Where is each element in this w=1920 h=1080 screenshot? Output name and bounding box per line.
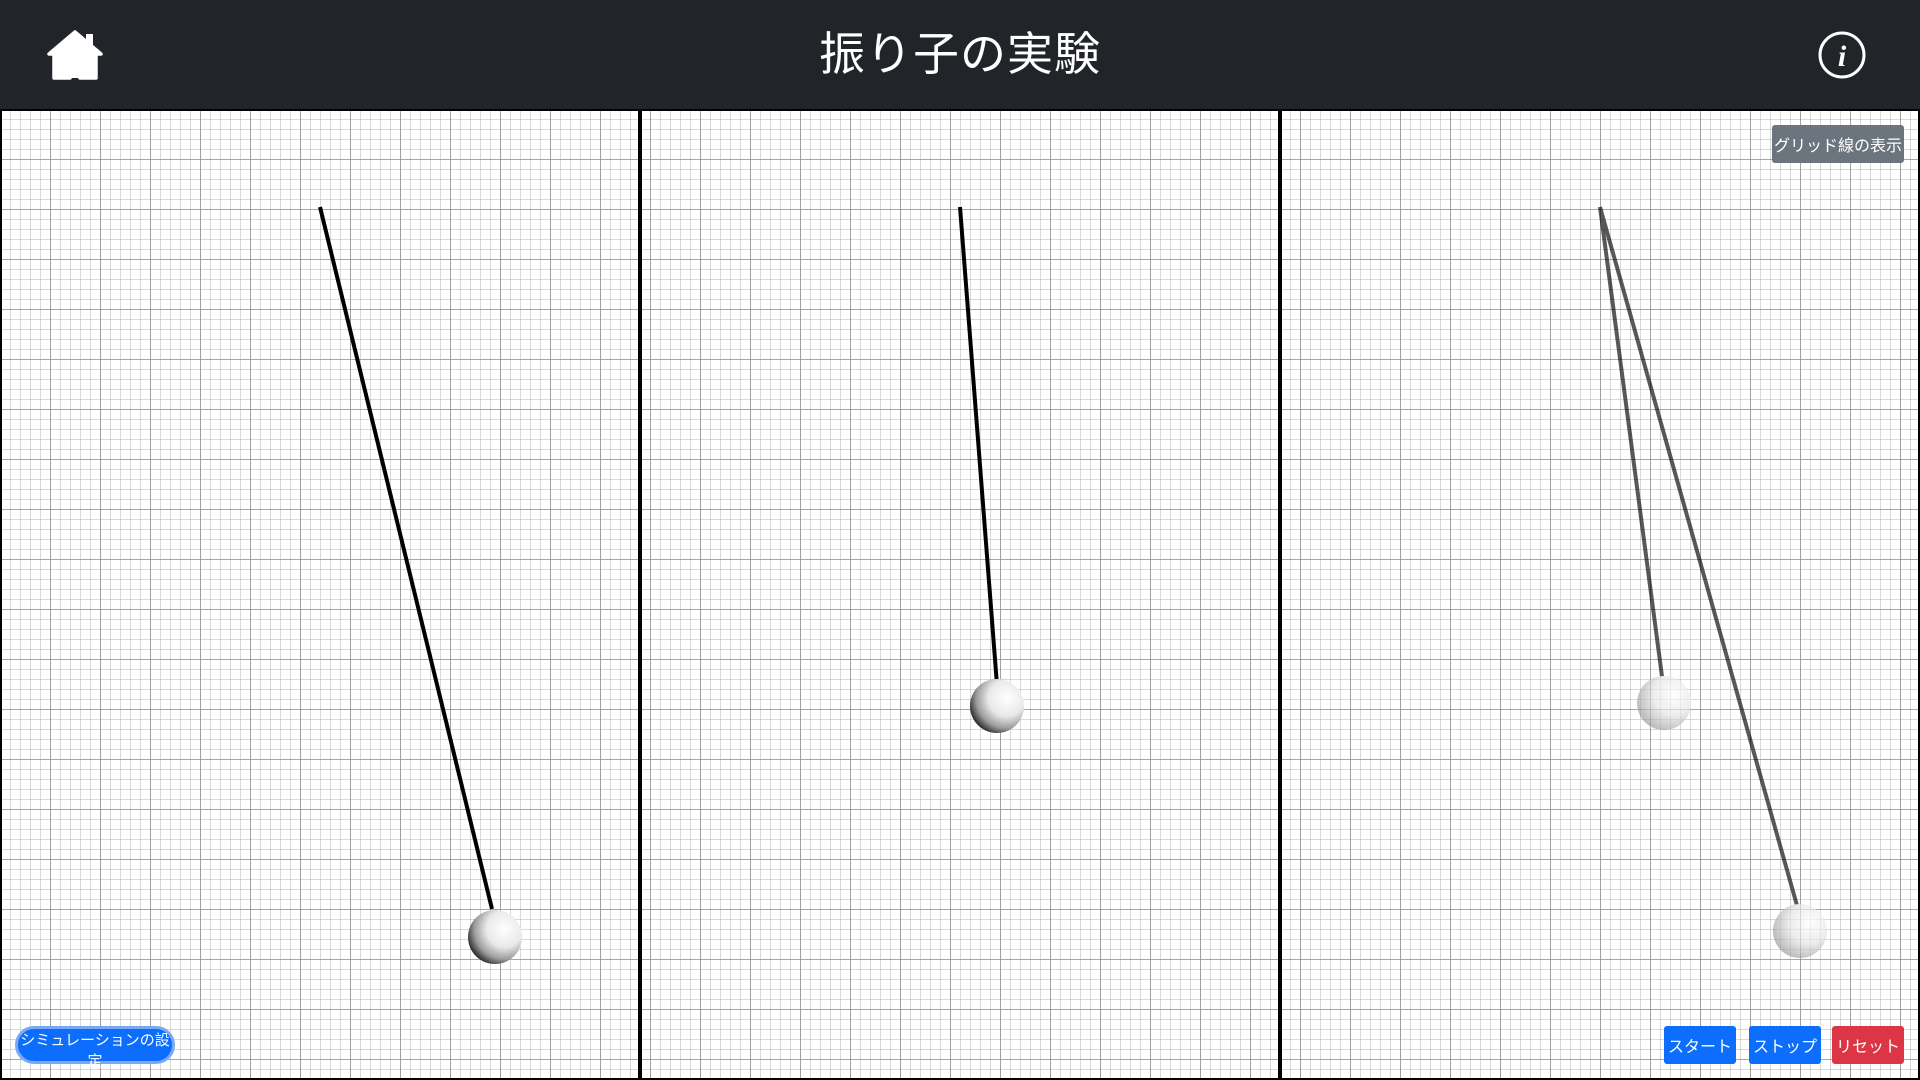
simulation-settings-button[interactable]: シミュレーションの設定 [15,1026,175,1070]
info-glyph: i [1838,40,1847,73]
pendulum-2-bob [970,679,1024,733]
grid-lines [0,109,1920,1080]
simulation-stage: グリッド線の表示 シミュレーションの設定 スタート ストップ リセット [0,109,1920,1080]
stop-button[interactable]: ストップ [1749,1026,1821,1064]
app-header: 振り子の実験 i [0,0,1920,109]
pendulum-3-bob-b [1773,904,1827,958]
info-button[interactable]: i [1817,30,1867,80]
pendulum-1-bob [468,910,522,964]
page-title: 振り子の実験 [819,27,1101,81]
pendulum-canvas [0,109,1920,1080]
pendulum-3-bob-a [1637,676,1691,730]
start-button[interactable]: スタート [1664,1026,1736,1064]
pendulum-app: 振り子の実験 i グリッド線の表示 シミュレーションの設定 スタート ストップ … [0,0,1920,1080]
info-icon: i [1818,31,1866,79]
reset-button[interactable]: リセット [1832,1026,1904,1064]
grid-toggle-button[interactable]: グリッド線の表示 [1772,125,1904,163]
